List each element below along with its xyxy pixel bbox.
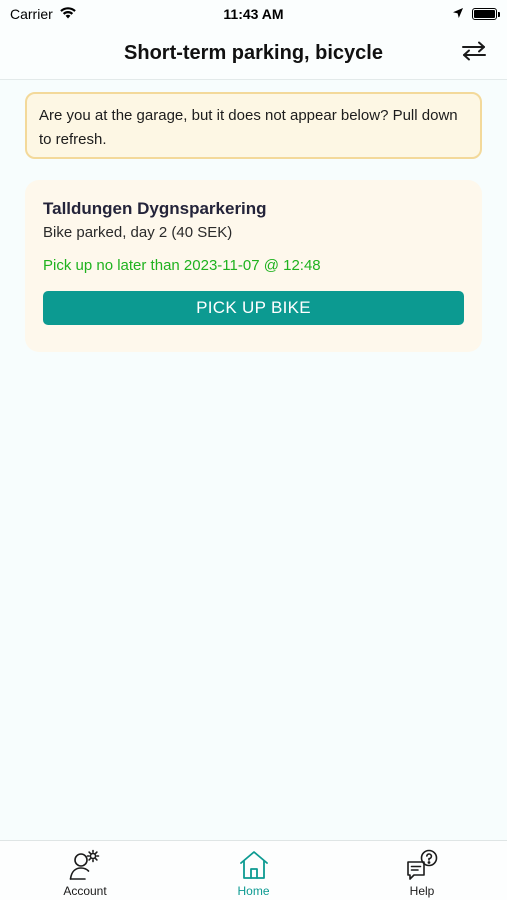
- tab-home[interactable]: Home: [194, 841, 314, 900]
- nav-header: Short-term parking, bicycle: [0, 28, 507, 80]
- location-arrow-icon: [452, 6, 464, 22]
- parking-status: Bike parked, day 2 (40 SEK): [43, 224, 233, 241]
- status-bar: Carrier 11:43 AM: [0, 0, 507, 28]
- tab-home-label: Home: [237, 884, 270, 898]
- garage-name: Talldungen Dygnsparkering: [43, 199, 267, 218]
- home-icon: [237, 848, 271, 882]
- tab-help[interactable]: Help: [362, 841, 482, 900]
- carrier-label: Carrier: [10, 6, 53, 22]
- wifi-icon: [59, 6, 77, 22]
- pick-up-bike-button[interactable]: PICK UP BIKE: [43, 291, 464, 325]
- help-icon: [405, 848, 439, 882]
- battery-icon: [472, 8, 500, 20]
- swap-arrows-icon: [460, 41, 488, 66]
- banner-text: Are you at the garage, but it does not a…: [39, 107, 458, 148]
- tab-account[interactable]: Account: [25, 841, 145, 900]
- tab-bar: Account Home Help: [0, 840, 507, 900]
- swap-button[interactable]: [457, 38, 491, 68]
- status-right: [452, 6, 500, 22]
- parking-card: Talldungen Dygnsparkering Bike parked, d…: [25, 180, 482, 352]
- screen: Carrier 11:43 AM Short-term parking, bic…: [0, 0, 507, 900]
- account-settings-icon: [68, 848, 102, 882]
- refresh-info-banner: Are you at the garage, but it does not a…: [25, 92, 482, 159]
- status-left: Carrier: [10, 6, 77, 22]
- page-title: Short-term parking, bicycle: [124, 42, 383, 64]
- pickup-deadline: Pick up no later than 2023-11-07 @ 12:48: [43, 257, 321, 274]
- tab-account-label: Account: [63, 884, 107, 898]
- tab-help-label: Help: [409, 884, 435, 898]
